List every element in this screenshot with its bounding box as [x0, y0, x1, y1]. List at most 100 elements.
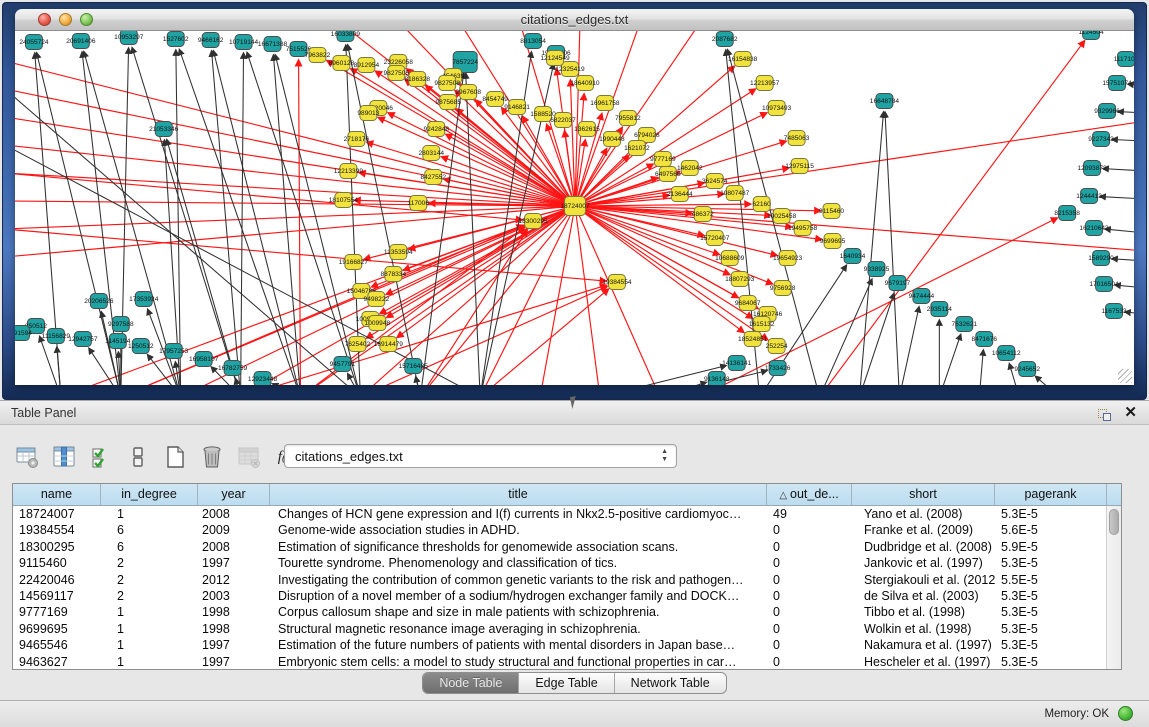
tab-network-table[interactable]: Network Table — [615, 673, 726, 693]
graph-edge[interactable] — [15, 117, 575, 206]
graph-edge[interactable] — [939, 334, 960, 385]
graph-node[interactable]: 1589290 — [1088, 251, 1114, 266]
graph-node[interactable]: 9466162 — [198, 33, 224, 48]
graph-edge[interactable] — [299, 60, 301, 385]
table-row[interactable]: 2242004622012Investigating the contribut… — [13, 572, 1121, 588]
table-row[interactable]: 946554611997Estimation of the future num… — [13, 637, 1121, 653]
graph-edge[interactable] — [15, 229, 606, 281]
graph-node[interactable]: 9679197 — [885, 276, 911, 291]
graph-edge[interactable] — [132, 48, 241, 385]
network-canvas[interactable]: 2405572420691406109532971527602946616210… — [15, 31, 1134, 385]
graph-node[interactable]: 9136148 — [704, 372, 730, 386]
graph-node[interactable]: 9699695 — [820, 234, 846, 249]
graph-edge[interactable] — [979, 350, 983, 385]
graph-node[interactable]: 19654923 — [773, 251, 803, 266]
select-all-check-icon[interactable] — [88, 444, 114, 470]
graph-node[interactable]: 1250512 — [128, 339, 154, 354]
graph-node[interactable]: 10953297 — [114, 31, 144, 45]
table-row[interactable]: 969969511998Structural magnetic resonanc… — [13, 621, 1121, 637]
graph-node[interactable]: 8471676 — [971, 332, 997, 347]
column-header-name[interactable]: name — [13, 484, 101, 505]
graph-node[interactable]: 9227343 — [1088, 132, 1114, 147]
graph-edge[interactable] — [885, 112, 899, 385]
graph-node[interactable]: 16782759 — [218, 361, 248, 376]
tab-node-table[interactable]: Node Table — [423, 673, 519, 693]
graph-edge[interactable] — [1035, 376, 1059, 385]
column-header-out-de---[interactable]: △out_de... — [767, 484, 852, 505]
graph-node[interactable]: 14136141 — [722, 356, 752, 371]
graph-node[interactable]: 1124504 — [1079, 31, 1104, 40]
graph-node[interactable]: 1527602 — [163, 32, 189, 47]
graph-node[interactable]: 9329966 — [1094, 104, 1120, 119]
graph-node[interactable]: 16958107 — [189, 352, 219, 367]
column-header-in-degree[interactable]: in_degree — [101, 484, 198, 505]
graph-node[interactable]: 1167533 — [1101, 304, 1126, 319]
graph-edge[interactable] — [1105, 229, 1134, 233]
graph-edge[interactable] — [15, 206, 575, 257]
graph-node[interactable]: 2935114 — [927, 302, 952, 317]
graph-node[interactable]: 18724007 — [560, 197, 590, 216]
column-header-short[interactable]: short — [852, 484, 995, 505]
close-panel-icon[interactable]: ✕ — [1124, 404, 1137, 422]
vertical-scrollbar[interactable] — [1106, 506, 1121, 669]
graph-edge[interactable] — [1112, 259, 1134, 261]
graph-edge[interactable] — [899, 307, 919, 385]
float-window-icon[interactable] — [1098, 406, 1113, 421]
table-row[interactable]: 1938455462009Genome-wide association stu… — [13, 522, 1121, 538]
graph-node[interactable]: 18640910 — [570, 76, 600, 91]
graph-node[interactable]: 18807293 — [725, 272, 755, 287]
graph-node[interactable]: 7955812 — [615, 111, 641, 126]
graph-node[interactable]: 18524851 — [738, 332, 768, 347]
table-row[interactable]: 1830029562008Estimation of significance … — [13, 539, 1121, 555]
graph-node[interactable]: 9115460 — [819, 204, 844, 219]
graph-edge[interactable] — [859, 112, 883, 385]
graph-node[interactable]: 8912954 — [354, 58, 380, 73]
graph-edge[interactable] — [1112, 139, 1134, 141]
graph-node[interactable]: 20691406 — [66, 34, 96, 49]
table-selector-dropdown[interactable]: citations_edges.txt ▲▼ — [284, 444, 677, 468]
row-boxes-icon[interactable] — [125, 444, 151, 470]
graph-node[interactable]: 9338925 — [864, 262, 890, 277]
graph-node[interactable]: 16648784 — [870, 94, 900, 109]
graph-node[interactable]: 19166827 — [339, 255, 369, 270]
graph-node[interactable]: 10719144 — [229, 35, 259, 50]
resize-grip[interactable] — [1118, 369, 1132, 383]
graph-node[interactable]: 7485063 — [784, 131, 810, 146]
graph-node[interactable]: 62160 — [753, 197, 772, 212]
memory-status-indicator[interactable] — [1118, 706, 1133, 721]
column-header-title[interactable]: title — [270, 484, 767, 505]
graph-edge[interactable] — [1118, 112, 1134, 113]
graph-node[interactable]: 16033809 — [331, 31, 361, 42]
graph-node[interactable]: 9146821 — [504, 100, 530, 115]
graph-node[interactable]: 11156829 — [42, 329, 71, 344]
graph-node[interactable]: 17016504 — [1089, 277, 1119, 292]
graph-node[interactable]: 2803144 — [418, 146, 444, 161]
table-row[interactable]: 946362711997Embryonic stem cells: a mode… — [13, 654, 1121, 669]
delete-trash-icon[interactable] — [199, 444, 225, 470]
graph-edge[interactable] — [397, 206, 575, 337]
graph-node[interactable]: 12942757 — [68, 332, 98, 347]
graph-node[interactable]: 10654112 — [992, 346, 1021, 361]
graph-node[interactable]: 16671388 — [258, 37, 288, 52]
graph-edge[interactable] — [378, 118, 575, 206]
graph-node[interactable]: 8215358 — [1054, 206, 1080, 221]
column-header-year[interactable]: year — [198, 484, 270, 505]
graph-edge[interactable] — [660, 382, 706, 385]
graph-edge[interactable] — [121, 225, 523, 385]
graph-edge[interactable] — [15, 89, 360, 385]
graph-edge[interactable] — [1103, 169, 1134, 171]
graph-node[interactable]: 12093872 — [1077, 161, 1107, 176]
graph-node[interactable]: 2087682 — [712, 32, 738, 47]
graph-node[interactable]: 10807487 — [720, 186, 750, 201]
table-row[interactable]: 1456911722003Disruption of a novel membe… — [13, 588, 1121, 604]
table-row[interactable]: 911546021997Tourette syndrome. Phenomeno… — [13, 555, 1121, 571]
graph-edge[interactable] — [575, 206, 1134, 251]
graph-node[interactable]: 11353594 — [384, 245, 413, 260]
scrollbar-thumb[interactable] — [1109, 509, 1119, 535]
graph-edge[interactable] — [820, 41, 1085, 385]
table-row[interactable]: 977716911998Corpus callosum shape and si… — [13, 604, 1121, 620]
graph-node[interactable]: 1244413 — [1076, 189, 1102, 204]
graph-node[interactable]: 1990448 — [599, 132, 625, 147]
column-header-pagerank[interactable]: pagerank — [995, 484, 1107, 505]
graph-node[interactable]: 117006 — [408, 196, 430, 211]
